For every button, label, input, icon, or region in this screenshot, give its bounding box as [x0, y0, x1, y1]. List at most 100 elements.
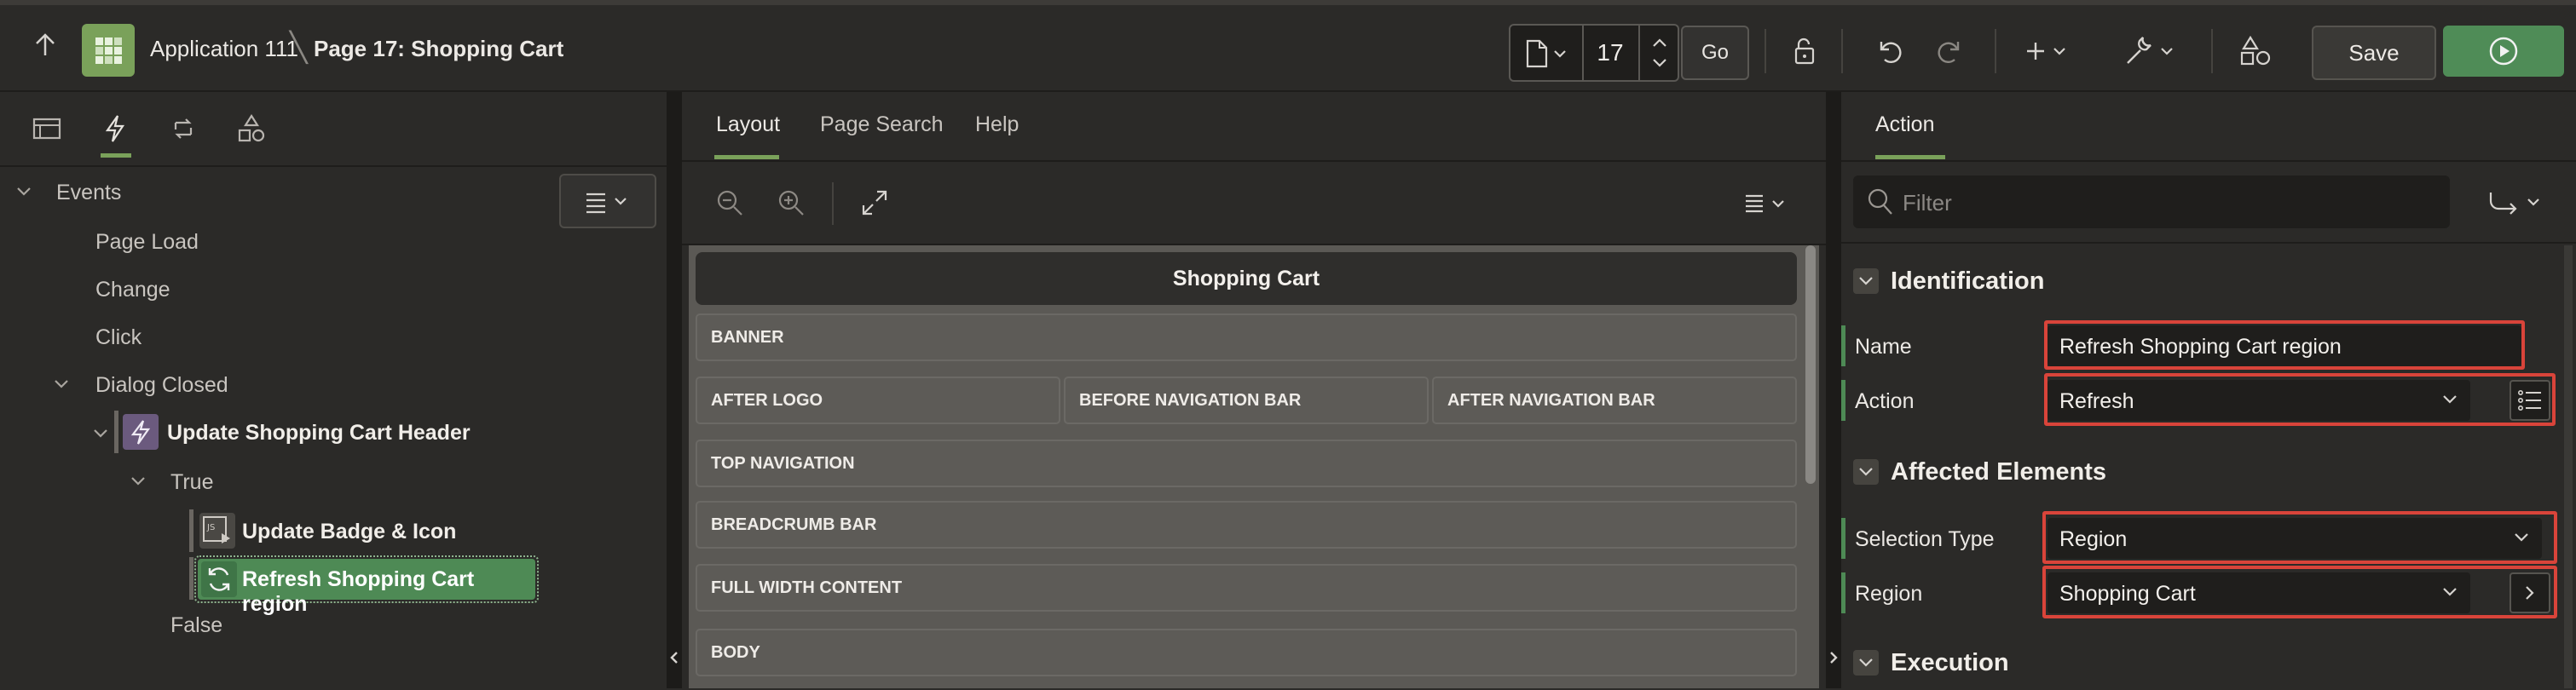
run-button[interactable]: [2443, 26, 2564, 77]
highlight-box: [2042, 566, 2557, 618]
layout-canvas: Shopping Cart BANNER AFTER LOGO BEFORE N…: [689, 245, 1819, 688]
property-label: Region: [1855, 582, 1923, 606]
region-breadcrumb-bar[interactable]: BREADCRUMB BAR: [696, 501, 1797, 549]
tree-node-change[interactable]: Change: [95, 278, 170, 302]
rendering-icon[interactable]: [27, 109, 66, 148]
chevron-down-icon[interactable]: [53, 378, 70, 390]
section-title: Execution: [1891, 648, 2009, 676]
property-label: Selection Type: [1855, 527, 1995, 551]
tab-layout[interactable]: Layout: [716, 112, 780, 137]
chevron-down-icon[interactable]: [1853, 459, 1879, 485]
tree-node-events[interactable]: Events: [56, 181, 121, 205]
center-tabs: Layout Page Search Help: [682, 92, 1826, 162]
goto-icon: [2489, 193, 2539, 215]
events-tree: Events Page Load Change Click Dialog Clo…: [0, 167, 554, 678]
highlight-box: [2042, 511, 2557, 564]
required-indicator: [1841, 518, 1845, 559]
active-tab-indicator: [101, 153, 131, 158]
zoom-in-icon[interactable]: [769, 181, 813, 225]
page-title: Page 17: Shopping Cart: [314, 36, 564, 61]
chevron-down-icon[interactable]: [1853, 268, 1879, 294]
tree-node-false[interactable]: False: [170, 613, 222, 638]
tree-menu-button[interactable]: [559, 174, 656, 228]
required-indicator: [1841, 325, 1845, 366]
region-body[interactable]: BODY: [696, 629, 1797, 676]
section-title: Identification: [1891, 267, 2045, 295]
divider: [1841, 29, 1843, 73]
up-arrow-icon[interactable]: [24, 24, 66, 66]
region-banner[interactable]: BANNER: [696, 313, 1797, 361]
redo-icon[interactable]: [1928, 29, 1972, 73]
layout-pane: Layout Page Search Help Shopping Cart BA…: [682, 92, 1826, 688]
tab-action[interactable]: Action: [1875, 112, 1934, 137]
app-icon[interactable]: [82, 24, 135, 77]
refresh-icon: [201, 561, 237, 597]
page-selector: 17: [1509, 24, 1679, 82]
region-before-navigation-bar[interactable]: BEFORE NAVIGATION BAR: [1064, 377, 1429, 424]
run-icon: [2489, 37, 2518, 66]
chevron-down-icon[interactable]: [92, 428, 109, 440]
layout-toolbar: [682, 162, 1826, 245]
undo-icon[interactable]: [1867, 29, 1911, 73]
region-after-logo[interactable]: AFTER LOGO: [696, 377, 1060, 424]
breadcrumb-separator: ╲: [290, 32, 308, 64]
divider: [832, 182, 834, 225]
zoom-out-icon[interactable]: [708, 181, 752, 225]
tab-help[interactable]: Help: [975, 112, 1019, 137]
tree-node-dialog-closed[interactable]: Dialog Closed: [95, 373, 228, 398]
chevron-down-icon[interactable]: [15, 186, 32, 198]
save-button[interactable]: Save: [2312, 26, 2436, 80]
chevron-down-icon[interactable]: [130, 475, 147, 487]
app-name-link[interactable]: Application 111: [150, 36, 298, 62]
highlight-box: [2044, 373, 2556, 426]
lightning-icon: [123, 414, 159, 450]
goto-group-button[interactable]: [2472, 175, 2557, 228]
property-label: Action: [1855, 389, 1915, 413]
tree-node-true[interactable]: True: [170, 470, 213, 495]
expand-icon[interactable]: [852, 181, 897, 225]
section-affected-elements[interactable]: Affected Elements: [1841, 445, 2557, 499]
tree-guide: [114, 411, 118, 453]
tree-node-page-load[interactable]: Page Load: [95, 230, 199, 255]
create-menu-button[interactable]: [2017, 29, 2078, 73]
tree-node-refresh-shopping-cart-region[interactable]: Refresh Shopping Cart region: [198, 559, 535, 616]
region-after-navigation-bar[interactable]: AFTER NAVIGATION BAR: [1432, 377, 1797, 424]
required-indicator: [1841, 572, 1845, 613]
processing-icon[interactable]: [164, 109, 203, 148]
tree-node-update-badge-icon[interactable]: Update Badge & Icon: [242, 520, 456, 544]
go-button[interactable]: Go: [1681, 26, 1749, 80]
highlight-box: [2044, 320, 2525, 370]
divider: [2211, 29, 2213, 73]
shared-components-icon[interactable]: [232, 109, 271, 148]
svg-text:JS: JS: [206, 523, 215, 532]
region-full-width-content[interactable]: FULL WIDTH CONTENT: [696, 564, 1797, 612]
section-identification[interactable]: Identification: [1841, 254, 2557, 308]
property-scrollbar[interactable]: [2564, 245, 2573, 688]
required-indicator: [1841, 380, 1845, 421]
divider: [1765, 29, 1766, 73]
layout-scrollbar[interactable]: [1805, 245, 1816, 484]
right-splitter[interactable]: [1826, 92, 1841, 688]
page-layout-title[interactable]: Shopping Cart: [696, 252, 1797, 305]
app-header: Application 111 ╲ Page 17: Shopping Cart…: [0, 5, 2576, 92]
left-splitter[interactable]: [667, 92, 682, 688]
shapes-icon[interactable]: [2233, 29, 2278, 73]
menu-icon: [586, 193, 627, 214]
tab-page-search[interactable]: Page Search: [820, 112, 944, 137]
page-number-stepper[interactable]: [1638, 26, 1679, 80]
tree-node-update-shopping-cart-header[interactable]: Update Shopping Cart Header: [167, 421, 471, 446]
lock-icon[interactable]: [1782, 29, 1826, 73]
property-editor: Action Identification Name Refresh Shopp…: [1841, 92, 2576, 688]
section-execution[interactable]: Execution: [1841, 635, 2557, 690]
divider: [1841, 160, 2576, 162]
page-type-dropdown[interactable]: [1510, 26, 1584, 80]
filter-input[interactable]: [1901, 186, 2433, 220]
divider: [1841, 242, 2576, 244]
chevron-down-icon[interactable]: [1853, 650, 1879, 676]
layout-menu-button[interactable]: [1736, 181, 1797, 225]
dynamic-actions-icon[interactable]: [95, 109, 135, 148]
tree-node-click[interactable]: Click: [95, 325, 142, 350]
page-number-input[interactable]: 17: [1584, 26, 1637, 80]
region-top-navigation[interactable]: TOP NAVIGATION: [696, 440, 1797, 487]
wrench-icon[interactable]: [2117, 29, 2186, 73]
